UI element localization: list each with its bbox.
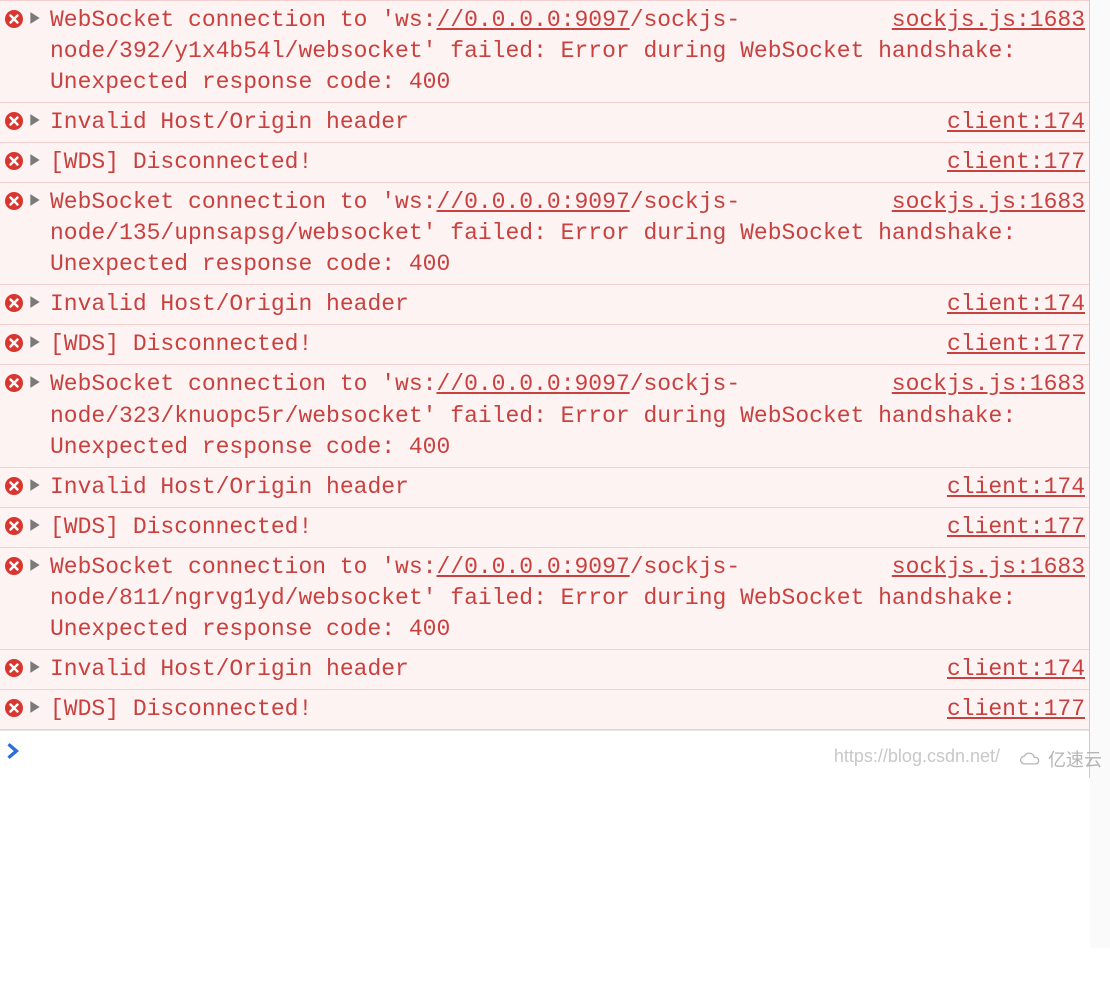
console-error-row[interactable]: client:174 Invalid Host/Origin header: [0, 102, 1089, 143]
error-icon: [0, 694, 28, 718]
console-error-row[interactable]: client:177 [WDS] Disconnected!: [0, 507, 1089, 548]
error-text-pre: WebSocket connection to 'ws:: [50, 189, 436, 215]
error-message: client:174 Invalid Host/Origin header: [50, 654, 1089, 685]
error-text-pre: WebSocket connection to 'ws:: [50, 7, 436, 33]
source-link[interactable]: client:174: [947, 472, 1085, 503]
error-icon: [0, 107, 28, 131]
error-message: client:177 [WDS] Disconnected!: [50, 329, 1089, 360]
source-link[interactable]: client:174: [947, 289, 1085, 320]
error-icon: [0, 289, 28, 313]
disclosure-triangle-icon[interactable]: [28, 512, 50, 532]
disclosure-triangle-icon[interactable]: [28, 187, 50, 207]
error-text: [WDS] Disconnected!: [50, 514, 312, 540]
error-message: client:177 [WDS] Disconnected!: [50, 512, 1089, 543]
error-text: Invalid Host/Origin header: [50, 291, 409, 317]
error-text: [WDS] Disconnected!: [50, 696, 312, 722]
error-text: [WDS] Disconnected!: [50, 149, 312, 175]
error-text: Invalid Host/Origin header: [50, 109, 409, 135]
source-link[interactable]: client:177: [947, 147, 1085, 178]
error-icon: [0, 654, 28, 678]
error-message: sockjs.js:1683 WebSocket connection to 'w…: [50, 369, 1089, 462]
console-error-row[interactable]: client:174 Invalid Host/Origin header: [0, 284, 1089, 325]
source-link[interactable]: client:177: [947, 329, 1085, 360]
source-link[interactable]: client:174: [947, 107, 1085, 138]
console-error-row[interactable]: client:177 [WDS] Disconnected!: [0, 689, 1089, 730]
watermark-text: 亿速云: [1048, 748, 1102, 772]
disclosure-triangle-icon[interactable]: [28, 552, 50, 572]
error-icon: [0, 187, 28, 211]
disclosure-triangle-icon[interactable]: [28, 289, 50, 309]
ws-url-link[interactable]: //0.0.0.0:9097: [436, 189, 629, 215]
console-error-row[interactable]: sockjs.js:1683 WebSocket connection to 'w…: [0, 364, 1089, 467]
error-message: client:174 Invalid Host/Origin header: [50, 107, 1089, 138]
disclosure-triangle-icon[interactable]: [28, 654, 50, 674]
disclosure-triangle-icon[interactable]: [28, 369, 50, 389]
error-text-pre: WebSocket connection to 'ws:: [50, 371, 436, 397]
error-message: client:174 Invalid Host/Origin header: [50, 289, 1089, 320]
ws-url-link[interactable]: //0.0.0.0:9097: [436, 7, 629, 33]
vertical-scrollbar[interactable]: [1090, 0, 1110, 948]
disclosure-triangle-icon[interactable]: [28, 107, 50, 127]
console-error-row[interactable]: sockjs.js:1683 WebSocket connection to 'w…: [0, 0, 1089, 103]
console-prompt-icon: [4, 739, 22, 770]
error-icon: [0, 552, 28, 576]
footer-url-text: https://blog.csdn.net/: [834, 744, 1000, 768]
error-message: client:177 [WDS] Disconnected!: [50, 694, 1089, 725]
source-link[interactable]: sockjs.js:1683: [892, 187, 1085, 218]
disclosure-triangle-icon[interactable]: [28, 147, 50, 167]
error-icon: [0, 369, 28, 393]
error-icon: [0, 512, 28, 536]
source-link[interactable]: sockjs.js:1683: [892, 5, 1085, 36]
error-text-pre: WebSocket connection to 'ws:: [50, 554, 436, 580]
disclosure-triangle-icon[interactable]: [28, 329, 50, 349]
watermark: 亿速云: [1018, 748, 1102, 772]
error-text: Invalid Host/Origin header: [50, 474, 409, 500]
ws-url-link[interactable]: //0.0.0.0:9097: [436, 371, 629, 397]
error-icon: [0, 147, 28, 171]
console-error-row[interactable]: client:177 [WDS] Disconnected!: [0, 142, 1089, 183]
error-message: sockjs.js:1683 WebSocket connection to 'w…: [50, 5, 1089, 98]
error-message: client:174 Invalid Host/Origin header: [50, 472, 1089, 503]
source-link[interactable]: sockjs.js:1683: [892, 369, 1085, 400]
console-error-row[interactable]: client:177 [WDS] Disconnected!: [0, 324, 1089, 365]
disclosure-triangle-icon[interactable]: [28, 472, 50, 492]
error-message: client:177 [WDS] Disconnected!: [50, 147, 1089, 178]
error-icon: [0, 329, 28, 353]
source-link[interactable]: client:177: [947, 694, 1085, 725]
source-link[interactable]: client:177: [947, 512, 1085, 543]
error-icon: [0, 472, 28, 496]
console-error-row[interactable]: sockjs.js:1683 WebSocket connection to 'w…: [0, 547, 1089, 650]
source-link[interactable]: client:174: [947, 654, 1085, 685]
error-text: [WDS] Disconnected!: [50, 331, 312, 357]
error-message: sockjs.js:1683 WebSocket connection to 'w…: [50, 187, 1089, 280]
error-icon: [0, 5, 28, 29]
console-log-area: sockjs.js:1683 WebSocket connection to 'w…: [0, 0, 1090, 778]
console-error-row[interactable]: client:174 Invalid Host/Origin header: [0, 649, 1089, 690]
console-error-row[interactable]: sockjs.js:1683 WebSocket connection to 'w…: [0, 182, 1089, 285]
source-link[interactable]: sockjs.js:1683: [892, 552, 1085, 583]
ws-url-link[interactable]: //0.0.0.0:9097: [436, 554, 629, 580]
disclosure-triangle-icon[interactable]: [28, 5, 50, 25]
disclosure-triangle-icon[interactable]: [28, 694, 50, 714]
error-message: sockjs.js:1683 WebSocket connection to 'w…: [50, 552, 1089, 645]
error-text: Invalid Host/Origin header: [50, 656, 409, 682]
console-error-row[interactable]: client:174 Invalid Host/Origin header: [0, 467, 1089, 508]
